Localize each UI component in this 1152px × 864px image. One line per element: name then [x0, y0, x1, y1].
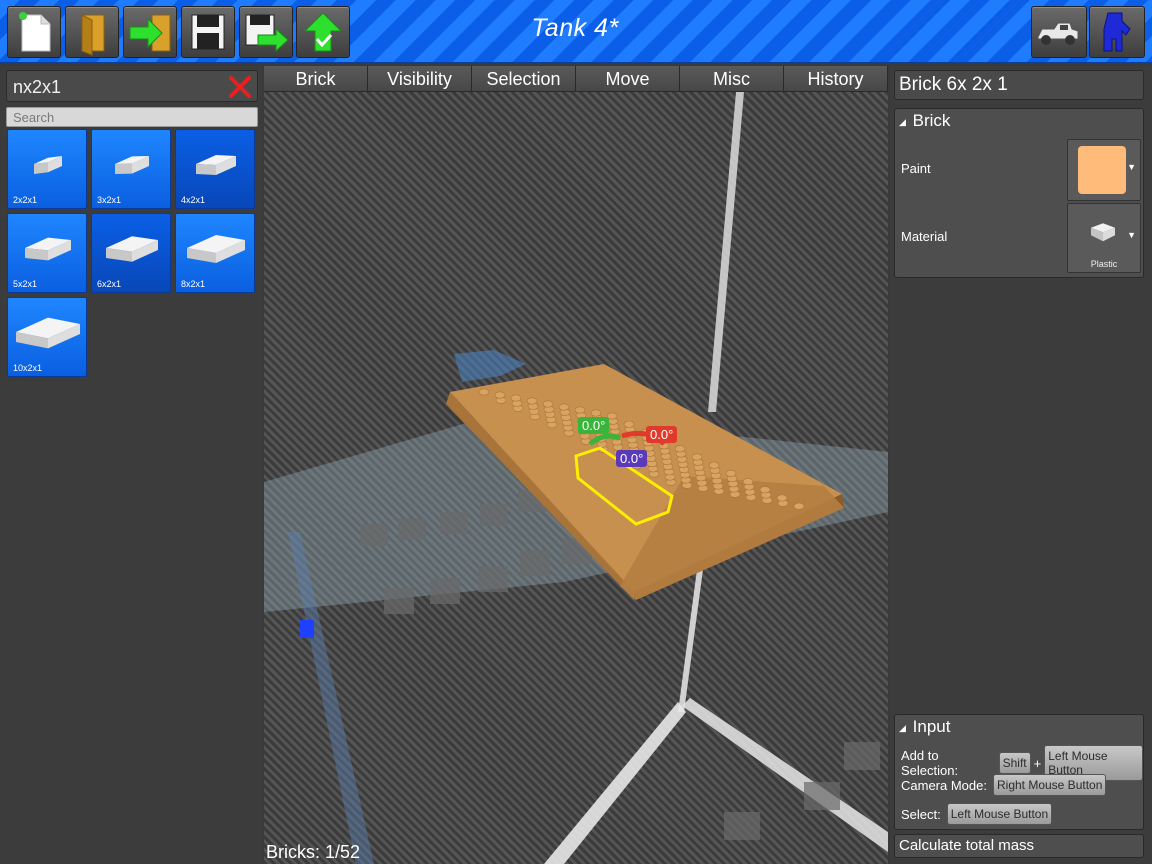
- minifig-icon: [1103, 12, 1131, 52]
- minifig-button[interactable]: [1089, 6, 1145, 58]
- brick-thumbnail-icon: [25, 237, 71, 261]
- brick-library-panel: nx2x1 2x2x1 3x2x1 4x2x1 5x2x1 6x2x1 8x2x1 10x2…: [0, 66, 262, 864]
- paint-label: Paint: [901, 161, 931, 176]
- material-picker[interactable]: ▼ Plastic: [1067, 203, 1141, 273]
- brick-section-header[interactable]: ◢ Brick: [895, 109, 1143, 133]
- input-section: ◢ Input Add to Selection: Shift + Left M…: [894, 714, 1144, 830]
- brick-section: ◢ Brick Paint ▼ Material ▼ Plastic: [894, 108, 1144, 278]
- main-tabs: Brick Visibility Selection Move Misc His…: [264, 66, 888, 92]
- brick-tile[interactable]: 6x2x1: [91, 213, 171, 293]
- save-icon: [191, 14, 225, 50]
- gizmo-green-label[interactable]: 0.0°: [578, 417, 610, 434]
- brick-tile[interactable]: 10x2x1: [7, 297, 87, 377]
- brick-tile-label: 10x2x1: [13, 363, 43, 373]
- green-angle-value: 0.0°: [582, 418, 606, 433]
- brick-tile[interactable]: 2x2x1: [7, 129, 87, 209]
- brick-tile-label: 3x2x1: [97, 195, 122, 205]
- document-title: Tank 4*: [531, 14, 619, 42]
- brick-thumbnail-icon: [16, 317, 80, 349]
- search-input[interactable]: [6, 107, 258, 127]
- dropdown-arrow-icon: ▼: [1127, 230, 1136, 240]
- brick-thumbnail-icon: [106, 236, 158, 262]
- tab-brick[interactable]: Brick: [264, 66, 368, 92]
- top-toolbar: Tank 4*: [0, 0, 1152, 64]
- brick-thumbnail-icon: [196, 155, 236, 175]
- calculate-mass-button[interactable]: Calculate total mass: [894, 834, 1144, 858]
- tab-misc[interactable]: Misc: [680, 66, 784, 92]
- dropdown-arrow-icon: ▼: [1127, 162, 1136, 172]
- input-row-camera-mode: Camera Mode: Right Mouse Button: [901, 774, 1107, 796]
- brick-thumbnail-icon: [187, 234, 245, 264]
- brick-count-status: Bricks: 1/52: [266, 842, 361, 862]
- properties-panel: Brick 6x 2x 1 ◢ Brick Paint ▼ Material ▼…: [890, 66, 1152, 864]
- axis-line-lower: [678, 562, 704, 712]
- brick-tile-label: 8x2x1: [181, 279, 206, 289]
- axis-marker: [300, 620, 314, 638]
- tab-selection[interactable]: Selection: [472, 66, 576, 92]
- new-file-icon: [19, 12, 51, 52]
- brick-tile[interactable]: 4x2x1: [175, 129, 255, 209]
- red-angle-value: 0.0°: [650, 427, 674, 442]
- tab-visibility[interactable]: Visibility: [368, 66, 472, 92]
- collapse-triangle-icon: ◢: [899, 116, 906, 127]
- axis-line-right: [682, 698, 888, 852]
- category-filter[interactable]: nx2x1: [6, 70, 258, 102]
- import-button[interactable]: [123, 6, 177, 58]
- brick-tile[interactable]: 8x2x1: [175, 213, 255, 293]
- upload-button[interactable]: [296, 6, 350, 58]
- left-mouse-key-badge: Left Mouse Button: [946, 803, 1053, 825]
- tab-history[interactable]: History: [784, 66, 888, 92]
- save-as-button[interactable]: [239, 6, 293, 58]
- save-button[interactable]: [181, 6, 235, 58]
- brick-section-title: Brick: [912, 111, 951, 130]
- collapse-triangle-icon: ◢: [899, 722, 906, 733]
- tab-move[interactable]: Move: [576, 66, 680, 92]
- category-filter-text: nx2x1: [13, 77, 62, 97]
- save-as-icon: [245, 14, 289, 53]
- open-button[interactable]: [65, 6, 119, 58]
- upload-icon: [303, 12, 343, 52]
- brick-tile-label: 2x2x1: [13, 195, 38, 205]
- brick-tile[interactable]: 3x2x1: [91, 129, 171, 209]
- selected-brick-name: Brick 6x 2x 1: [894, 70, 1144, 100]
- brick-tile-label: 4x2x1: [181, 195, 206, 205]
- brick-tile[interactable]: 5x2x1: [7, 213, 87, 293]
- input-section-header[interactable]: ◢ Input: [895, 715, 1143, 739]
- input-label: Camera Mode:: [901, 777, 987, 793]
- plus-sign: +: [1033, 755, 1042, 771]
- input-label: Select:: [901, 806, 941, 822]
- shift-key-badge: Shift: [998, 752, 1031, 774]
- input-row-select: Select: Left Mouse Button: [901, 803, 1053, 825]
- brick-thumbnail-icon: [34, 156, 62, 174]
- vehicle-mode-icon: [1037, 22, 1079, 45]
- gizmo-blue-label[interactable]: 0.0°: [616, 450, 648, 467]
- material-value: Plastic: [1090, 259, 1118, 269]
- 3d-viewport[interactable]: 0.0° 0.0° 0.0° Bricks: 1/52: [264, 92, 888, 864]
- brick-thumbnail-icon: [115, 156, 149, 174]
- open-folder-icon: [81, 14, 105, 56]
- brick-tile-label: 5x2x1: [13, 279, 38, 289]
- move-arrow: [454, 350, 526, 382]
- paint-color-swatch: [1078, 146, 1126, 194]
- input-section-title: Input: [912, 717, 951, 736]
- close-icon[interactable]: [227, 74, 253, 100]
- vehicle-mode-button[interactable]: [1031, 6, 1087, 58]
- new-file-button[interactable]: [7, 6, 61, 58]
- paint-color-picker[interactable]: ▼: [1067, 139, 1141, 201]
- blue-angle-value: 0.0°: [620, 451, 644, 466]
- axis-line-left: [544, 702, 686, 864]
- brick-material-icon: [1091, 223, 1115, 242]
- axis-line-vertical: [708, 92, 744, 412]
- gizmo-red-label[interactable]: 0.0°: [646, 426, 678, 443]
- scene-render: [264, 92, 888, 864]
- import-icon: [129, 14, 171, 52]
- right-mouse-key-badge: Right Mouse Button: [992, 774, 1107, 796]
- material-label: Material: [901, 229, 948, 244]
- brick-tile-label: 6x2x1: [97, 279, 122, 289]
